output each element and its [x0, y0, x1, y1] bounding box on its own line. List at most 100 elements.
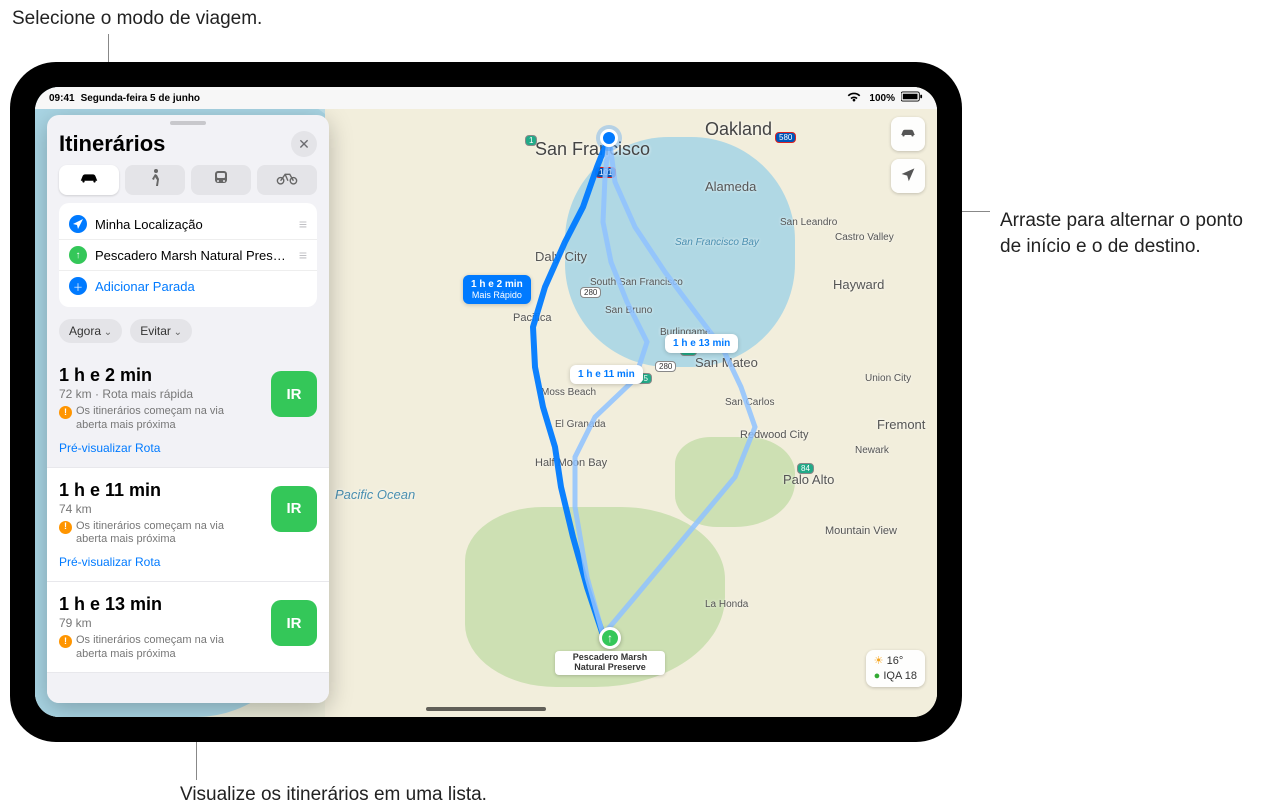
city-label-fremont: Fremont — [877, 417, 925, 432]
travel-mode-segmented — [47, 165, 329, 203]
city-label-pacific: Pacific Ocean — [335, 487, 395, 502]
bike-icon — [276, 171, 298, 189]
city-label-elgranada: El Granada — [555, 419, 606, 430]
origin-marker[interactable] — [600, 129, 618, 147]
city-label-sfbay: San Francisco Bay — [675, 237, 759, 248]
stop-origin-label: Minha Localização — [95, 217, 291, 232]
city-label-moss: Moss Beach — [541, 387, 596, 398]
close-icon: ✕ — [298, 136, 310, 153]
drag-handle-icon[interactable]: ≡ — [299, 247, 307, 263]
city-label-castro: Castro Valley — [835, 232, 894, 243]
car-icon — [78, 171, 100, 189]
add-stop-row[interactable]: ＋ Adicionar Parada — [59, 270, 317, 301]
hwy-84: 84 — [797, 463, 814, 474]
callout-drag-swap: Arraste para alternar o ponto de início … — [1000, 208, 1250, 259]
hwy-1: 1 — [525, 135, 537, 146]
route-options-row: Agora Evitar — [47, 315, 329, 353]
stop-dest-label: Pescadero Marsh Natural Pres… — [95, 248, 291, 263]
city-label-hayward: Hayward — [833, 277, 884, 292]
city-label-ssf: South San Francisco — [590, 277, 683, 288]
mode-car-button[interactable] — [59, 165, 119, 195]
city-label-daly: Daly City — [535, 249, 587, 264]
route-badge-alt2[interactable]: 1 h e 11 min — [570, 365, 643, 384]
status-date: Segunda-feira 5 de junho — [81, 93, 200, 104]
route-card[interactable]: 1 h e 11 min 74 km ! Os itinerários come… — [47, 468, 329, 583]
destination-label: Pescadero Marsh Natural Preserve — [555, 651, 665, 675]
walk-icon — [149, 169, 161, 191]
city-label-sanbruno: San Bruno — [605, 305, 652, 316]
route-warning-text: Os itinerários começam na via aberta mai… — [76, 634, 229, 662]
avoid-button[interactable]: Evitar — [130, 319, 192, 343]
route-stops-card: Minha Localização ≡ ↑ Pescadero Marsh Na… — [59, 203, 317, 307]
route-card[interactable]: 1 h e 2 min 72 km · Rota mais rápida ! O… — [47, 353, 329, 468]
city-label-pacifica: Pacifica — [513, 312, 552, 324]
weather-temp: 16° — [887, 655, 904, 667]
route-warning-text: Os itinerários começam na via aberta mai… — [76, 405, 229, 433]
city-label-newark: Newark — [855, 445, 889, 456]
city-label-sanleandro: San Leandro — [780, 217, 837, 228]
callout-view-list: Visualize os itinerários em uma lista. — [180, 782, 487, 808]
route-warning: ! Os itinerários começam na via aberta m… — [59, 520, 229, 548]
preview-route-link[interactable]: Pré-visualizar Rota — [59, 555, 160, 569]
route-results-list[interactable]: 1 h e 2 min 72 km · Rota mais rápida ! O… — [47, 353, 329, 703]
weather-aqi: IQA 18 — [883, 670, 917, 682]
destination-dot-icon — [599, 627, 621, 649]
callout-travel-mode: Selecione o modo de viagem. — [12, 6, 262, 32]
city-label-sancarlos: San Carlos — [725, 397, 774, 408]
route-card[interactable]: 1 h e 13 min 79 km ! Os itinerários come… — [47, 582, 329, 673]
status-bar: 09:41 Segunda-feira 5 de junho 100% — [35, 87, 937, 109]
city-label-lahonda: La Honda — [705, 599, 748, 610]
preview-route-link[interactable]: Pré-visualizar Rota — [59, 441, 160, 455]
battery-pct: 100% — [869, 93, 895, 104]
route-warning: ! Os itinerários começam na via aberta m… — [59, 405, 229, 433]
warning-icon: ! — [59, 635, 72, 648]
weather-widget[interactable]: ☀ 16° ● IQA 18 — [866, 650, 925, 687]
map-mode-button[interactable] — [891, 117, 925, 151]
directions-panel: Itinerários ✕ — [47, 115, 329, 703]
go-button[interactable]: IR — [271, 371, 317, 417]
route-badge-time: 1 h e 2 min — [471, 279, 523, 290]
wifi-icon — [845, 90, 863, 107]
route-warning: ! Os itinerários começam na via aberta m… — [59, 634, 229, 662]
add-stop-label: Adicionar Parada — [95, 279, 307, 294]
destination-marker[interactable]: Pescadero Marsh Natural Preserve — [555, 627, 665, 675]
warning-icon: ! — [59, 406, 72, 419]
battery-icon — [901, 91, 923, 105]
city-label-sf: San Francisco — [535, 139, 650, 160]
city-label-oakland: Oakland — [705, 119, 772, 140]
stop-origin-row[interactable]: Minha Localização ≡ — [59, 209, 317, 239]
locate-me-button[interactable] — [891, 159, 925, 193]
mode-transit-button[interactable] — [191, 165, 251, 195]
depart-now-button[interactable]: Agora — [59, 319, 122, 343]
panel-title: Itinerários — [59, 131, 165, 157]
route-badge-time: 1 h e 11 min — [578, 369, 635, 380]
screen: 09:41 Segunda-feira 5 de junho 100% — [35, 87, 937, 717]
route-badge-sub: Mais Rápido — [471, 290, 523, 300]
city-label-mv: Mountain View — [825, 525, 897, 537]
drag-handle-icon[interactable]: ≡ — [299, 216, 307, 232]
city-label-sanmateo: San Mateo — [695, 355, 758, 370]
city-label-redwood: Redwood City — [740, 429, 808, 441]
hwy-280: 280 — [580, 287, 601, 298]
route-warning-text: Os itinerários começam na via aberta mai… — [76, 520, 229, 548]
city-label-unioncity: Union City — [865, 373, 911, 384]
home-indicator[interactable] — [426, 707, 546, 711]
hwy-580: 580 — [775, 132, 796, 143]
close-button[interactable]: ✕ — [291, 131, 317, 157]
mode-walk-button[interactable] — [125, 165, 185, 195]
hwy-280: 280 — [655, 361, 676, 372]
mode-bike-button[interactable] — [257, 165, 317, 195]
go-button[interactable]: IR — [271, 486, 317, 532]
route-badge-alt3[interactable]: 1 h e 13 min — [665, 334, 738, 353]
route-badge-primary[interactable]: 1 h e 2 min Mais Rápido — [463, 275, 531, 304]
stop-dest-row[interactable]: ↑ Pescadero Marsh Natural Pres… ≡ — [59, 239, 317, 270]
ipad-device-frame: 09:41 Segunda-feira 5 de junho 100% — [10, 62, 962, 742]
city-label-paloalto: Palo Alto — [783, 472, 834, 487]
route-badge-time: 1 h e 13 min — [673, 338, 730, 349]
go-button[interactable]: IR — [271, 600, 317, 646]
hwy-101: 101 — [595, 167, 616, 178]
status-time: 09:41 — [49, 93, 75, 104]
panel-grabber[interactable] — [170, 121, 206, 125]
sun-icon: ☀ — [874, 655, 884, 667]
plus-icon: ＋ — [69, 277, 87, 295]
